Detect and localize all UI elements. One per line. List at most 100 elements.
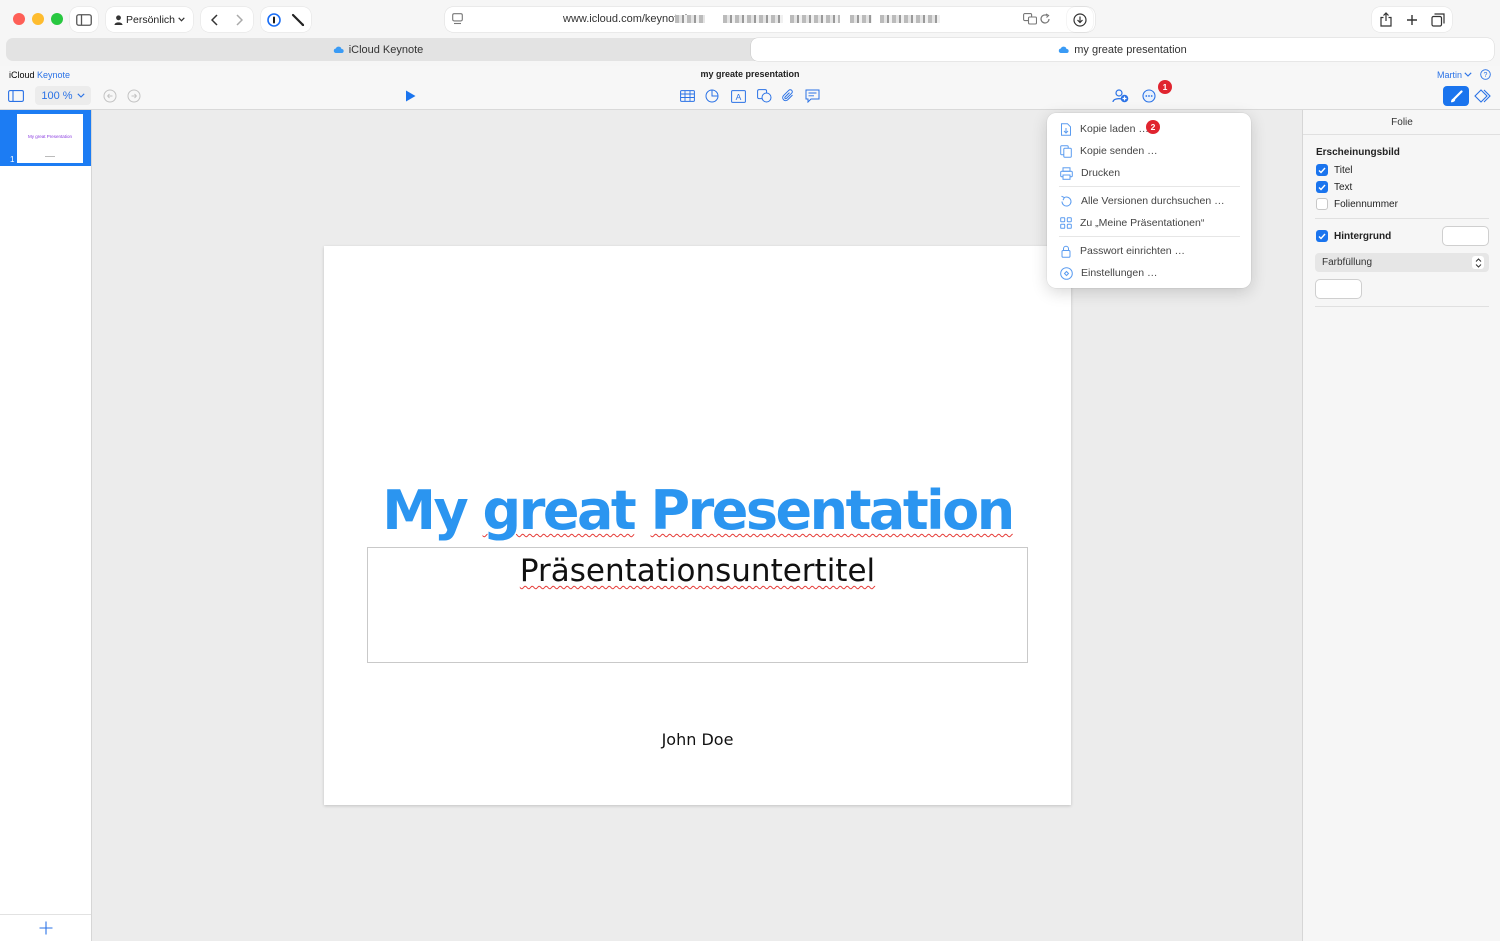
keynote-toolbar: iCloud Keynote my greate presentation Ma…	[0, 66, 1500, 110]
menu-item-set-password[interactable]: Passwort einrichten …	[1047, 241, 1251, 261]
menu-item-my-presentations[interactable]: Zu „Meine Präsentationen“	[1047, 213, 1251, 233]
comment-icon	[805, 89, 819, 103]
fill-color-well[interactable]	[1315, 279, 1362, 299]
subtitle-text: Präsentationsuntertitel	[519, 553, 876, 589]
redacted-url-part	[880, 15, 940, 23]
menu-item-settings[interactable]: Einstellungen …	[1047, 263, 1251, 283]
play-button[interactable]	[401, 87, 419, 105]
menu-item-label: Alle Versionen durchsuchen …	[1081, 195, 1225, 207]
more-options-button[interactable]	[1140, 87, 1158, 105]
background-color-well[interactable]	[1442, 226, 1489, 246]
checkbox-checked[interactable]	[1316, 230, 1328, 242]
menu-divider	[1059, 236, 1240, 237]
pen-extension[interactable]	[289, 11, 306, 28]
subtitle-text-box[interactable]: Präsentationsuntertitel	[367, 547, 1028, 663]
new-tab-button[interactable]	[1403, 11, 1421, 28]
slide-number: 1	[10, 155, 15, 164]
tab-overview-button[interactable]	[1429, 11, 1447, 28]
insert-comment-button[interactable]	[803, 87, 821, 105]
settings-icon	[1060, 266, 1073, 280]
collaborate-button[interactable]	[1110, 87, 1130, 105]
insert-text-button[interactable]: A	[729, 87, 747, 105]
window-actions	[1372, 7, 1452, 32]
thumbnail-author-line	[45, 156, 55, 157]
tab-icloud-keynote[interactable]: iCloud Keynote	[6, 38, 750, 61]
pen-icon	[291, 13, 304, 26]
checkbox-checked[interactable]	[1316, 164, 1328, 176]
sidebar-button[interactable]	[70, 7, 98, 32]
address-bar[interactable]: www.icloud.com/keynote/	[445, 7, 1095, 32]
password-manager-extension[interactable]	[265, 11, 282, 28]
annotation-badge: 1	[1158, 80, 1172, 94]
format-button[interactable]	[1443, 86, 1469, 106]
annotation-badge: 2	[1146, 120, 1160, 134]
tab-presentation[interactable]: my greate presentation	[751, 38, 1494, 61]
person-icon	[114, 14, 123, 25]
option-background[interactable]: Hintergrund	[1316, 230, 1391, 242]
zoom-window-button[interactable]	[51, 13, 63, 25]
option-label: Foliennummer	[1334, 198, 1398, 210]
help-icon[interactable]: ?	[1480, 69, 1491, 80]
user-menu[interactable]: Martin ?	[1437, 69, 1491, 80]
divider	[1315, 306, 1489, 307]
menu-item-browse-versions[interactable]: Alle Versionen durchsuchen …	[1047, 191, 1251, 211]
translate-icon[interactable]	[1023, 13, 1037, 25]
chevron-down-icon	[77, 93, 85, 98]
tab-label: my greate presentation	[1074, 43, 1187, 56]
share-button[interactable]	[1377, 11, 1395, 28]
menu-item-label: Passwort einrichten …	[1080, 245, 1186, 257]
checkmark-icon	[1318, 233, 1326, 240]
redacted-url-part	[790, 15, 840, 23]
slide-author[interactable]: John Doe	[324, 730, 1071, 749]
page-menu-icon[interactable]	[452, 13, 463, 25]
minimize-window-button[interactable]	[32, 13, 44, 25]
menu-item-send-copy[interactable]: Kopie senden …	[1047, 141, 1251, 161]
title-word: My	[382, 479, 468, 542]
redacted-url-part	[723, 15, 783, 23]
option-title[interactable]: Titel	[1316, 164, 1353, 176]
inspector-tab-slide[interactable]: Folie	[1303, 110, 1500, 135]
redacted-url-part	[850, 15, 872, 23]
undo-icon	[103, 89, 117, 103]
close-window-button[interactable]	[13, 13, 25, 25]
reload-icon[interactable]	[1039, 13, 1051, 25]
back-button[interactable]	[205, 11, 223, 28]
animate-button[interactable]	[1473, 87, 1491, 105]
play-icon	[405, 90, 415, 102]
table-icon	[679, 90, 695, 102]
option-slide-number[interactable]: Foliennummer	[1316, 198, 1398, 210]
slide-canvas[interactable]: My great Presentation Präsentationsunter…	[324, 246, 1071, 805]
checkbox-checked[interactable]	[1316, 181, 1328, 193]
checkbox-unchecked[interactable]	[1316, 198, 1328, 210]
insert-shape-button[interactable]	[755, 87, 773, 105]
add-slide-button[interactable]	[0, 914, 91, 941]
updown-chevron-icon	[1475, 257, 1481, 268]
insert-table-button[interactable]	[678, 87, 696, 105]
slide-thumbnail-1[interactable]: My great Presentation 1	[0, 110, 91, 166]
menu-item-print[interactable]: Drucken	[1047, 163, 1251, 183]
profile-menu[interactable]: Persönlich	[106, 7, 193, 32]
menu-divider	[1059, 186, 1240, 187]
download-copy-icon	[1061, 122, 1071, 136]
slide-subtitle: Präsentationsuntertitel	[368, 553, 1027, 589]
insert-chart-button[interactable]	[703, 87, 721, 105]
option-text[interactable]: Text	[1316, 181, 1352, 193]
zoom-select[interactable]: 100 %	[35, 86, 91, 105]
plus-icon	[1407, 14, 1417, 25]
navigator-toggle-button[interactable]	[7, 87, 25, 105]
fill-type-select[interactable]: Farbfüllung	[1315, 253, 1489, 272]
undo-button[interactable]	[101, 87, 119, 105]
document-title[interactable]: my greate presentation	[0, 69, 1500, 79]
redo-button[interactable]	[125, 87, 143, 105]
more-options-menu: Kopie laden … 2 Kopie senden … Drucken A…	[1047, 113, 1251, 288]
versions-icon	[1061, 195, 1072, 207]
menu-item-label: Kopie laden …	[1080, 123, 1149, 135]
insert-media-button[interactable]	[779, 87, 797, 105]
animate-icon	[1473, 89, 1491, 103]
chart-icon	[705, 89, 719, 103]
forward-button[interactable]	[230, 11, 248, 28]
format-brush-icon	[1450, 89, 1463, 102]
downloads-button[interactable]	[1067, 7, 1093, 32]
slide-title[interactable]: My great Presentation	[324, 479, 1071, 542]
option-label: Hintergrund	[1334, 230, 1392, 242]
